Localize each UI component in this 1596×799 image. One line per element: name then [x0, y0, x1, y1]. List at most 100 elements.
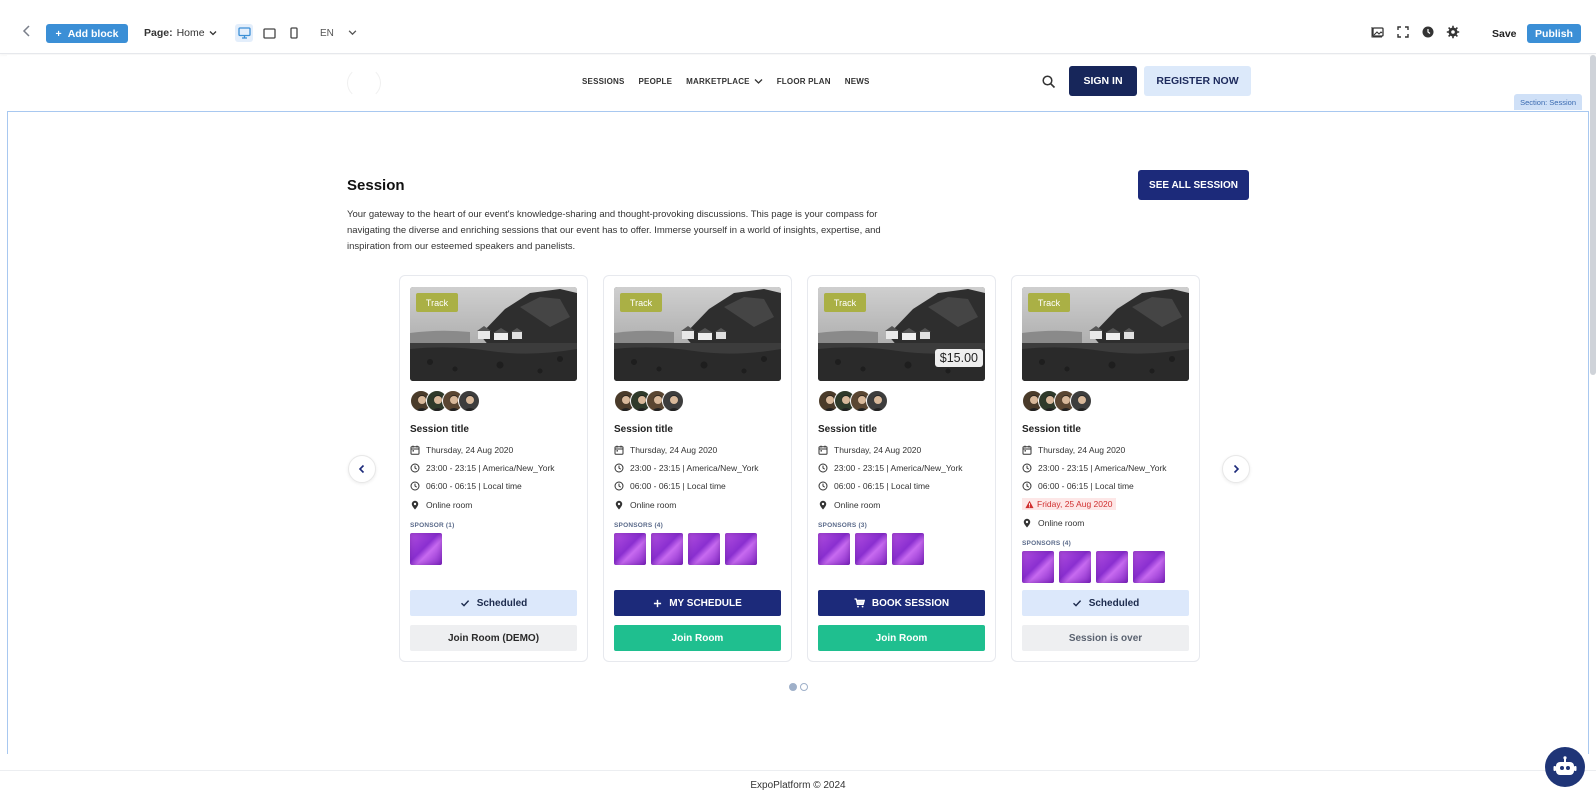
price-tag: $15.00	[934, 349, 983, 367]
page-value: Home	[176, 27, 205, 39]
speaker-avatars	[614, 390, 694, 412]
session-secondary-button[interactable]: Join Room	[818, 625, 985, 651]
session-title[interactable]: Session title	[614, 424, 673, 435]
nav-marketplace[interactable]: MARKETPLACE	[686, 77, 763, 86]
clock-icon	[410, 463, 420, 473]
site-logo[interactable]	[347, 67, 381, 99]
nav-sessions[interactable]: SESSIONS	[582, 77, 625, 86]
nav-news[interactable]: NEWS	[845, 77, 870, 86]
session-card[interactable]: Track Session title Thursday, 24 Aug 202…	[399, 275, 588, 662]
session-image[interactable]: Track	[1022, 287, 1189, 381]
sponsor-logo[interactable]	[688, 533, 720, 565]
register-now-button[interactable]: REGISTER NOW	[1144, 66, 1251, 96]
nav-marketplace-label: MARKETPLACE	[686, 77, 750, 86]
pagination-dot[interactable]	[800, 683, 808, 691]
location-pin-icon	[1023, 518, 1031, 528]
desktop-view-button[interactable]	[235, 24, 253, 42]
chevron-down-icon	[348, 30, 357, 36]
speaker-avatar[interactable]	[866, 390, 888, 412]
session-card[interactable]: Track Session title Thursday, 24 Aug 202…	[603, 275, 792, 662]
sponsor-logo[interactable]	[1022, 551, 1054, 583]
session-date-text: Thursday, 24 Aug 2020	[630, 445, 718, 455]
section-tag[interactable]: Section: Session	[1514, 94, 1582, 110]
page-scrollbar[interactable]	[1590, 55, 1596, 375]
back-arrow-icon[interactable]	[20, 24, 34, 38]
plus-icon: +	[55, 27, 62, 40]
see-all-session-button[interactable]: SEE ALL SESSION	[1138, 170, 1249, 200]
sponsor-label: SPONSORS (4)	[1022, 540, 1071, 547]
add-block-label: Add block	[67, 27, 119, 40]
session-time-local-text: 06:00 - 06:15 | Local time	[1038, 481, 1134, 491]
speaker-avatars	[1022, 390, 1102, 412]
session-time-local-text: 06:00 - 06:15 | Local time	[834, 481, 930, 491]
nav-floor-plan[interactable]: FLOOR PLAN	[777, 77, 831, 86]
session-image[interactable]: Track	[614, 287, 781, 381]
track-badge: Track	[1028, 293, 1070, 312]
sponsor-logo[interactable]	[614, 533, 646, 565]
speaker-avatar[interactable]	[1070, 390, 1092, 412]
session-image[interactable]: Track	[410, 287, 577, 381]
session-time-tz-text: 23:00 - 23:15 | America/New_York	[630, 463, 759, 473]
session-card[interactable]: Track $15.00 Session title Thursday, 24 …	[807, 275, 996, 662]
tablet-view-button[interactable]	[260, 24, 278, 42]
session-secondary-button[interactable]: Join Room	[614, 625, 781, 651]
carousel-next-button[interactable]	[1222, 455, 1250, 483]
session-location: Online room	[1022, 518, 1084, 528]
history-icon[interactable]	[1421, 25, 1435, 39]
session-secondary-button[interactable]: Session is over	[1022, 625, 1189, 651]
sponsor-logo[interactable]	[818, 533, 850, 565]
page-label: Page:	[144, 27, 173, 39]
session-primary-button[interactable]: BOOK SESSION	[818, 590, 985, 616]
pagination-dot[interactable]	[789, 683, 797, 691]
session-location: Online room	[410, 500, 472, 510]
session-time-timezone: 23:00 - 23:15 | America/New_York	[614, 463, 759, 473]
sponsor-logo[interactable]	[892, 533, 924, 565]
footer-copyright: ExpoPlatform © 2024	[750, 779, 846, 791]
track-badge: Track	[824, 293, 866, 312]
search-icon[interactable]	[1041, 74, 1057, 90]
nav-people[interactable]: PEOPLE	[639, 77, 673, 86]
page-selector[interactable]: Page: Home	[144, 27, 217, 39]
sponsor-logo[interactable]	[1133, 551, 1165, 583]
main-nav: SESSIONS PEOPLE MARKETPLACE FLOOR PLAN N…	[582, 77, 870, 86]
session-primary-button[interactable]: Scheduled	[1022, 590, 1189, 616]
mobile-icon	[290, 27, 298, 39]
language-selector[interactable]: EN	[320, 28, 357, 39]
sponsor-logo[interactable]	[1096, 551, 1128, 583]
session-time-local-text: 06:00 - 06:15 | Local time	[426, 481, 522, 491]
speaker-avatars	[818, 390, 898, 412]
sponsor-logo[interactable]	[651, 533, 683, 565]
speaker-avatar[interactable]	[458, 390, 480, 412]
publish-button[interactable]: Publish	[1527, 24, 1581, 43]
media-library-icon[interactable]	[1371, 25, 1385, 39]
language-value: EN	[320, 28, 334, 39]
settings-gear-icon[interactable]	[1446, 25, 1460, 39]
session-date: Thursday, 24 Aug 2020	[818, 445, 921, 455]
add-block-button[interactable]: + Add block	[46, 24, 128, 43]
session-title[interactable]: Session title	[410, 424, 469, 435]
session-primary-button[interactable]: MY SCHEDULE	[614, 590, 781, 616]
sponsor-logo[interactable]	[1059, 551, 1091, 583]
speaker-avatar[interactable]	[662, 390, 684, 412]
session-warning: Friday, 25 Aug 2020	[1022, 498, 1117, 510]
fullscreen-icon[interactable]	[1396, 25, 1410, 39]
session-image[interactable]: Track $15.00	[818, 287, 985, 381]
clock-icon	[614, 481, 624, 491]
save-button[interactable]: Save	[1492, 28, 1517, 40]
sponsor-logo[interactable]	[725, 533, 757, 565]
warning-icon	[1025, 500, 1034, 508]
sponsor-logo[interactable]	[855, 533, 887, 565]
sponsor-logo[interactable]	[410, 533, 442, 565]
sign-in-button[interactable]: SIGN IN	[1069, 66, 1137, 96]
session-location-text: Online room	[1038, 518, 1085, 528]
chatbot-button[interactable]	[1545, 747, 1585, 787]
session-card[interactable]: Track Session title Thursday, 24 Aug 202…	[1011, 275, 1200, 662]
session-title[interactable]: Session title	[1022, 424, 1081, 435]
mobile-view-button[interactable]	[285, 24, 303, 42]
session-secondary-button[interactable]: Join Room (DEMO)	[410, 625, 577, 651]
session-primary-button[interactable]: Scheduled	[410, 590, 577, 616]
session-title[interactable]: Session title	[818, 424, 877, 435]
sponsor-list	[614, 533, 757, 565]
carousel-prev-button[interactable]	[348, 455, 376, 483]
section-title: Session	[347, 177, 405, 194]
